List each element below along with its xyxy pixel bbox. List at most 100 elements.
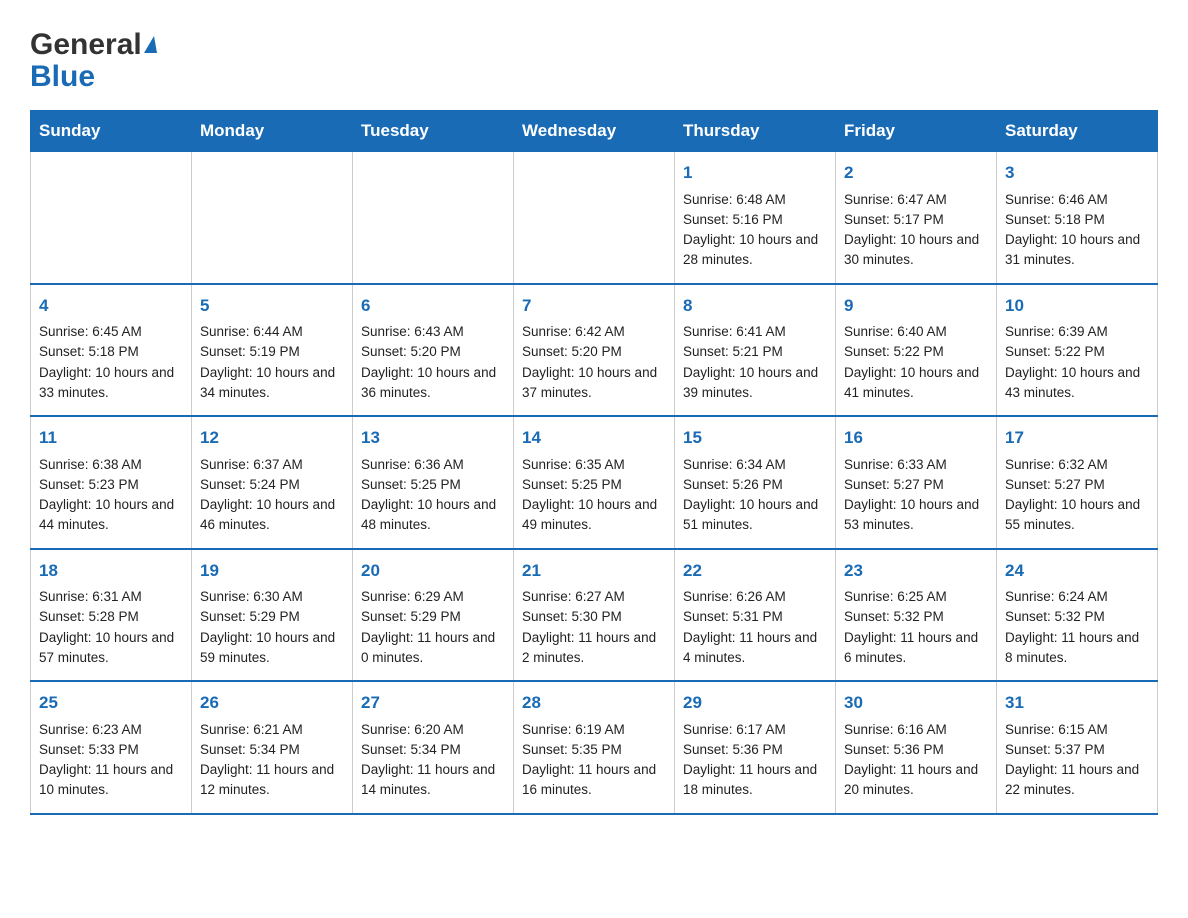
sunrise-text: Sunrise: 6:40 AM [844, 322, 988, 342]
sunrise-text: Sunrise: 6:39 AM [1005, 322, 1149, 342]
sunset-text: Sunset: 5:17 PM [844, 210, 988, 230]
day-number: 17 [1005, 425, 1149, 451]
daylight-text: Daylight: 11 hours and 12 minutes. [200, 760, 344, 801]
sunset-text: Sunset: 5:16 PM [683, 210, 827, 230]
day-number: 23 [844, 558, 988, 584]
day-number: 20 [361, 558, 505, 584]
day-number: 28 [522, 690, 666, 716]
calendar-cell: 17Sunrise: 6:32 AMSunset: 5:27 PMDayligh… [997, 416, 1158, 549]
daylight-text: Daylight: 10 hours and 51 minutes. [683, 495, 827, 536]
daylight-text: Daylight: 10 hours and 48 minutes. [361, 495, 505, 536]
calendar-cell: 28 Sunrise: 6:19 AMSunset: 5:35 PMDayligh… [514, 681, 675, 814]
daylight-text: Daylight: 11 hours and 8 minutes. [1005, 628, 1149, 669]
sunrise-text: Sunrise: 6:44 AM [200, 322, 344, 342]
calendar-cell: 16Sunrise: 6:33 AMSunset: 5:27 PMDayligh… [836, 416, 997, 549]
sunrise-text: Sunrise: 6:29 AM [361, 587, 505, 607]
day-number: 11 [39, 425, 183, 451]
sunset-text: Sunset: 5:20 PM [361, 342, 505, 362]
sunset-text: Sunset: 5:35 PM [522, 740, 666, 760]
sunrise-text: Sunrise: 6:48 AM [683, 190, 827, 210]
sunset-text: Sunset: 5:34 PM [200, 740, 344, 760]
calendar-cell: 24Sunrise: 6:24 AMSunset: 5:32 PMDayligh… [997, 549, 1158, 682]
daylight-text: Daylight: 11 hours and 16 minutes. [522, 760, 666, 801]
daylight-text: Daylight: 11 hours and 0 minutes. [361, 628, 505, 669]
calendar-cell: 11Sunrise: 6:38 AMSunset: 5:23 PMDayligh… [31, 416, 192, 549]
day-number: 1 [683, 160, 827, 186]
calendar-cell: 30Sunrise: 6:16 AMSunset: 5:36 PMDayligh… [836, 681, 997, 814]
daylight-text: Daylight: 10 hours and 41 minutes. [844, 363, 988, 404]
page-header: General Blue General [30, 20, 1158, 94]
sunset-text: Sunset: 5:27 PM [1005, 475, 1149, 495]
calendar-cell: 4Sunrise: 6:45 AMSunset: 5:18 PMDaylight… [31, 284, 192, 417]
day-number: 22 [683, 558, 827, 584]
sunset-text: Sunset: 5:37 PM [1005, 740, 1149, 760]
day-number: 5 [200, 293, 344, 319]
day-number: 3 [1005, 160, 1149, 186]
calendar-day-header: Monday [192, 111, 353, 152]
day-number: 27 [361, 690, 505, 716]
daylight-text: Daylight: 10 hours and 44 minutes. [39, 495, 183, 536]
calendar-cell: 12Sunrise: 6:37 AMSunset: 5:24 PMDayligh… [192, 416, 353, 549]
day-number: 19 [200, 558, 344, 584]
sunset-text: Sunset: 5:23 PM [39, 475, 183, 495]
calendar-header-row: SundayMondayTuesdayWednesdayThursdayFrid… [31, 111, 1158, 152]
calendar-day-header: Thursday [675, 111, 836, 152]
sunrise-text: Sunrise: 6:17 AM [683, 720, 827, 740]
sunset-text: Sunset: 5:20 PM [522, 342, 666, 362]
logo-blue-text: Blue [30, 60, 95, 94]
logo-triangle-icon [144, 36, 157, 53]
day-number: 7 [522, 293, 666, 319]
calendar-cell: 7 Sunrise: 6:42 AMSunset: 5:20 PMDaylight… [514, 284, 675, 417]
day-number: 15 [683, 425, 827, 451]
calendar-cell [514, 152, 675, 284]
day-number: 30 [844, 690, 988, 716]
calendar-cell: 26Sunrise: 6:21 AMSunset: 5:34 PMDayligh… [192, 681, 353, 814]
sunrise-text: Sunrise: 6:45 AM [39, 322, 183, 342]
calendar-cell: 14Sunrise: 6:35 AMSunset: 5:25 PMDayligh… [514, 416, 675, 549]
sunrise-text: Sunrise: 6:42 AM [522, 322, 666, 342]
daylight-text: Daylight: 10 hours and 37 minutes. [522, 363, 666, 404]
day-number: 21 [522, 558, 666, 584]
calendar-cell: 19Sunrise: 6:30 AMSunset: 5:29 PMDayligh… [192, 549, 353, 682]
calendar-cell: 21Sunrise: 6:27 AMSunset: 5:30 PMDayligh… [514, 549, 675, 682]
logo-line1: General [30, 30, 157, 60]
calendar-day-header: Saturday [997, 111, 1158, 152]
sunrise-text: Sunrise: 6:32 AM [1005, 455, 1149, 475]
calendar-cell: 3Sunrise: 6:46 AMSunset: 5:18 PMDaylight… [997, 152, 1158, 284]
calendar-cell: 22Sunrise: 6:26 AMSunset: 5:31 PMDayligh… [675, 549, 836, 682]
sunset-text: Sunset: 5:18 PM [39, 342, 183, 362]
day-number: 6 [361, 293, 505, 319]
daylight-text: Daylight: 11 hours and 4 minutes. [683, 628, 827, 669]
calendar-day-header: Friday [836, 111, 997, 152]
calendar-day-header: Tuesday [353, 111, 514, 152]
sunrise-text: Sunrise: 6:25 AM [844, 587, 988, 607]
sunset-text: Sunset: 5:33 PM [39, 740, 183, 760]
day-number: 26 [200, 690, 344, 716]
daylight-text: Daylight: 10 hours and 30 minutes. [844, 230, 988, 271]
daylight-text: Daylight: 10 hours and 46 minutes. [200, 495, 344, 536]
day-number: 13 [361, 425, 505, 451]
calendar-week-row: 1 Sunrise: 6:48 AMSunset: 5:16 PM Daylight… [31, 152, 1158, 284]
calendar-cell: 2Sunrise: 6:47 AMSunset: 5:17 PMDaylight… [836, 152, 997, 284]
sunrise-text: Sunrise: 6:19 AM [522, 720, 666, 740]
calendar-cell: 1Sunrise: 6:48 AMSunset: 5:16 PMDaylight… [675, 152, 836, 284]
sunrise-text: Sunrise: 6:37 AM [200, 455, 344, 475]
calendar-cell: 31Sunrise: 6:15 AMSunset: 5:37 PMDayligh… [997, 681, 1158, 814]
sunrise-text: Sunrise: 6:27 AM [522, 587, 666, 607]
calendar-cell: 10Sunrise: 6:39 AMSunset: 5:22 PMDayligh… [997, 284, 1158, 417]
sunrise-text: Sunrise: 6:41 AM [683, 322, 827, 342]
sunrise-text: Sunrise: 6:24 AM [1005, 587, 1149, 607]
day-number: 4 [39, 293, 183, 319]
sunset-text: Sunset: 5:29 PM [200, 607, 344, 627]
sunrise-text: Sunrise: 6:34 AM [683, 455, 827, 475]
calendar-cell: 6Sunrise: 6:43 AMSunset: 5:20 PMDaylight… [353, 284, 514, 417]
calendar-week-row: 4 Sunrise: 6:45 AMSunset: 5:18 PM Daylight… [31, 284, 1158, 417]
calendar-cell: 13Sunrise: 6:36 AMSunset: 5:25 PMDayligh… [353, 416, 514, 549]
sunrise-text: Sunrise: 6:26 AM [683, 587, 827, 607]
sunrise-text: Sunrise: 6:16 AM [844, 720, 988, 740]
sunset-text: Sunset: 5:22 PM [1005, 342, 1149, 362]
day-number: 10 [1005, 293, 1149, 319]
daylight-text: Daylight: 11 hours and 20 minutes. [844, 760, 988, 801]
calendar-cell [353, 152, 514, 284]
sunset-text: Sunset: 5:25 PM [361, 475, 505, 495]
